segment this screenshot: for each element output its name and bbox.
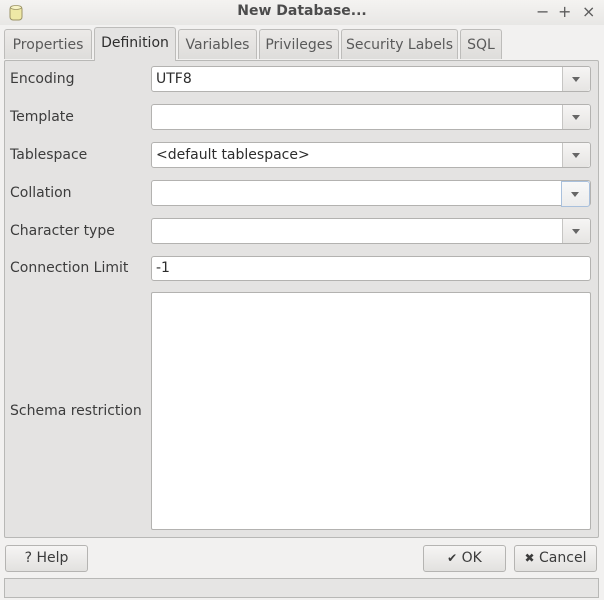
- chevron-down-icon[interactable]: [562, 143, 590, 167]
- tab-properties[interactable]: Properties: [4, 29, 92, 59]
- tab-security-labels[interactable]: Security Labels: [341, 29, 458, 59]
- window-title: New Database...: [237, 3, 367, 19]
- tablespace-value: <default tablespace>: [156, 147, 310, 163]
- ok-button[interactable]: ✔ OK: [423, 545, 506, 572]
- help-icon: ?: [24, 550, 33, 566]
- status-bar: [4, 578, 599, 598]
- encoding-value: UTF8: [156, 71, 192, 87]
- close-button[interactable]: ×: [582, 2, 595, 21]
- template-select[interactable]: [151, 104, 591, 130]
- connection-limit-label: Connection Limit: [10, 260, 129, 276]
- cancel-button[interactable]: ✖ Cancel: [514, 545, 597, 572]
- tablespace-label: Tablespace: [10, 147, 88, 163]
- maximize-button[interactable]: +: [558, 2, 571, 21]
- tab-variables[interactable]: Variables: [178, 29, 257, 59]
- collation-label: Collation: [10, 185, 72, 201]
- tab-sql[interactable]: SQL: [460, 29, 502, 59]
- cancel-label: Cancel: [539, 550, 587, 566]
- help-button[interactable]: ? Help: [5, 545, 88, 572]
- chevron-down-icon[interactable]: [561, 181, 590, 207]
- schema-restriction-textarea[interactable]: [151, 292, 591, 530]
- connection-limit-value: -1: [156, 260, 170, 276]
- title-bar: New Database... − + ×: [0, 0, 604, 25]
- template-label: Template: [10, 109, 74, 125]
- chevron-down-icon[interactable]: [562, 219, 590, 243]
- x-icon: ✖: [524, 551, 535, 565]
- tab-definition[interactable]: Definition: [94, 27, 176, 61]
- connection-limit-input[interactable]: -1: [151, 256, 591, 281]
- tablespace-select[interactable]: <default tablespace>: [151, 142, 591, 168]
- encoding-select[interactable]: UTF8: [151, 66, 591, 92]
- help-label: Help: [36, 550, 69, 566]
- schema-restriction-label: Schema restriction: [10, 403, 142, 419]
- ok-label: OK: [461, 550, 482, 566]
- tab-privileges[interactable]: Privileges: [259, 29, 339, 59]
- check-icon: ✔: [447, 551, 458, 565]
- character-type-select[interactable]: [151, 218, 591, 244]
- minimize-button[interactable]: −: [536, 2, 549, 21]
- chevron-down-icon[interactable]: [562, 105, 590, 129]
- encoding-label: Encoding: [10, 71, 75, 87]
- chevron-down-icon[interactable]: [562, 67, 590, 91]
- character-type-label: Character type: [10, 223, 115, 239]
- collation-select[interactable]: [151, 180, 591, 207]
